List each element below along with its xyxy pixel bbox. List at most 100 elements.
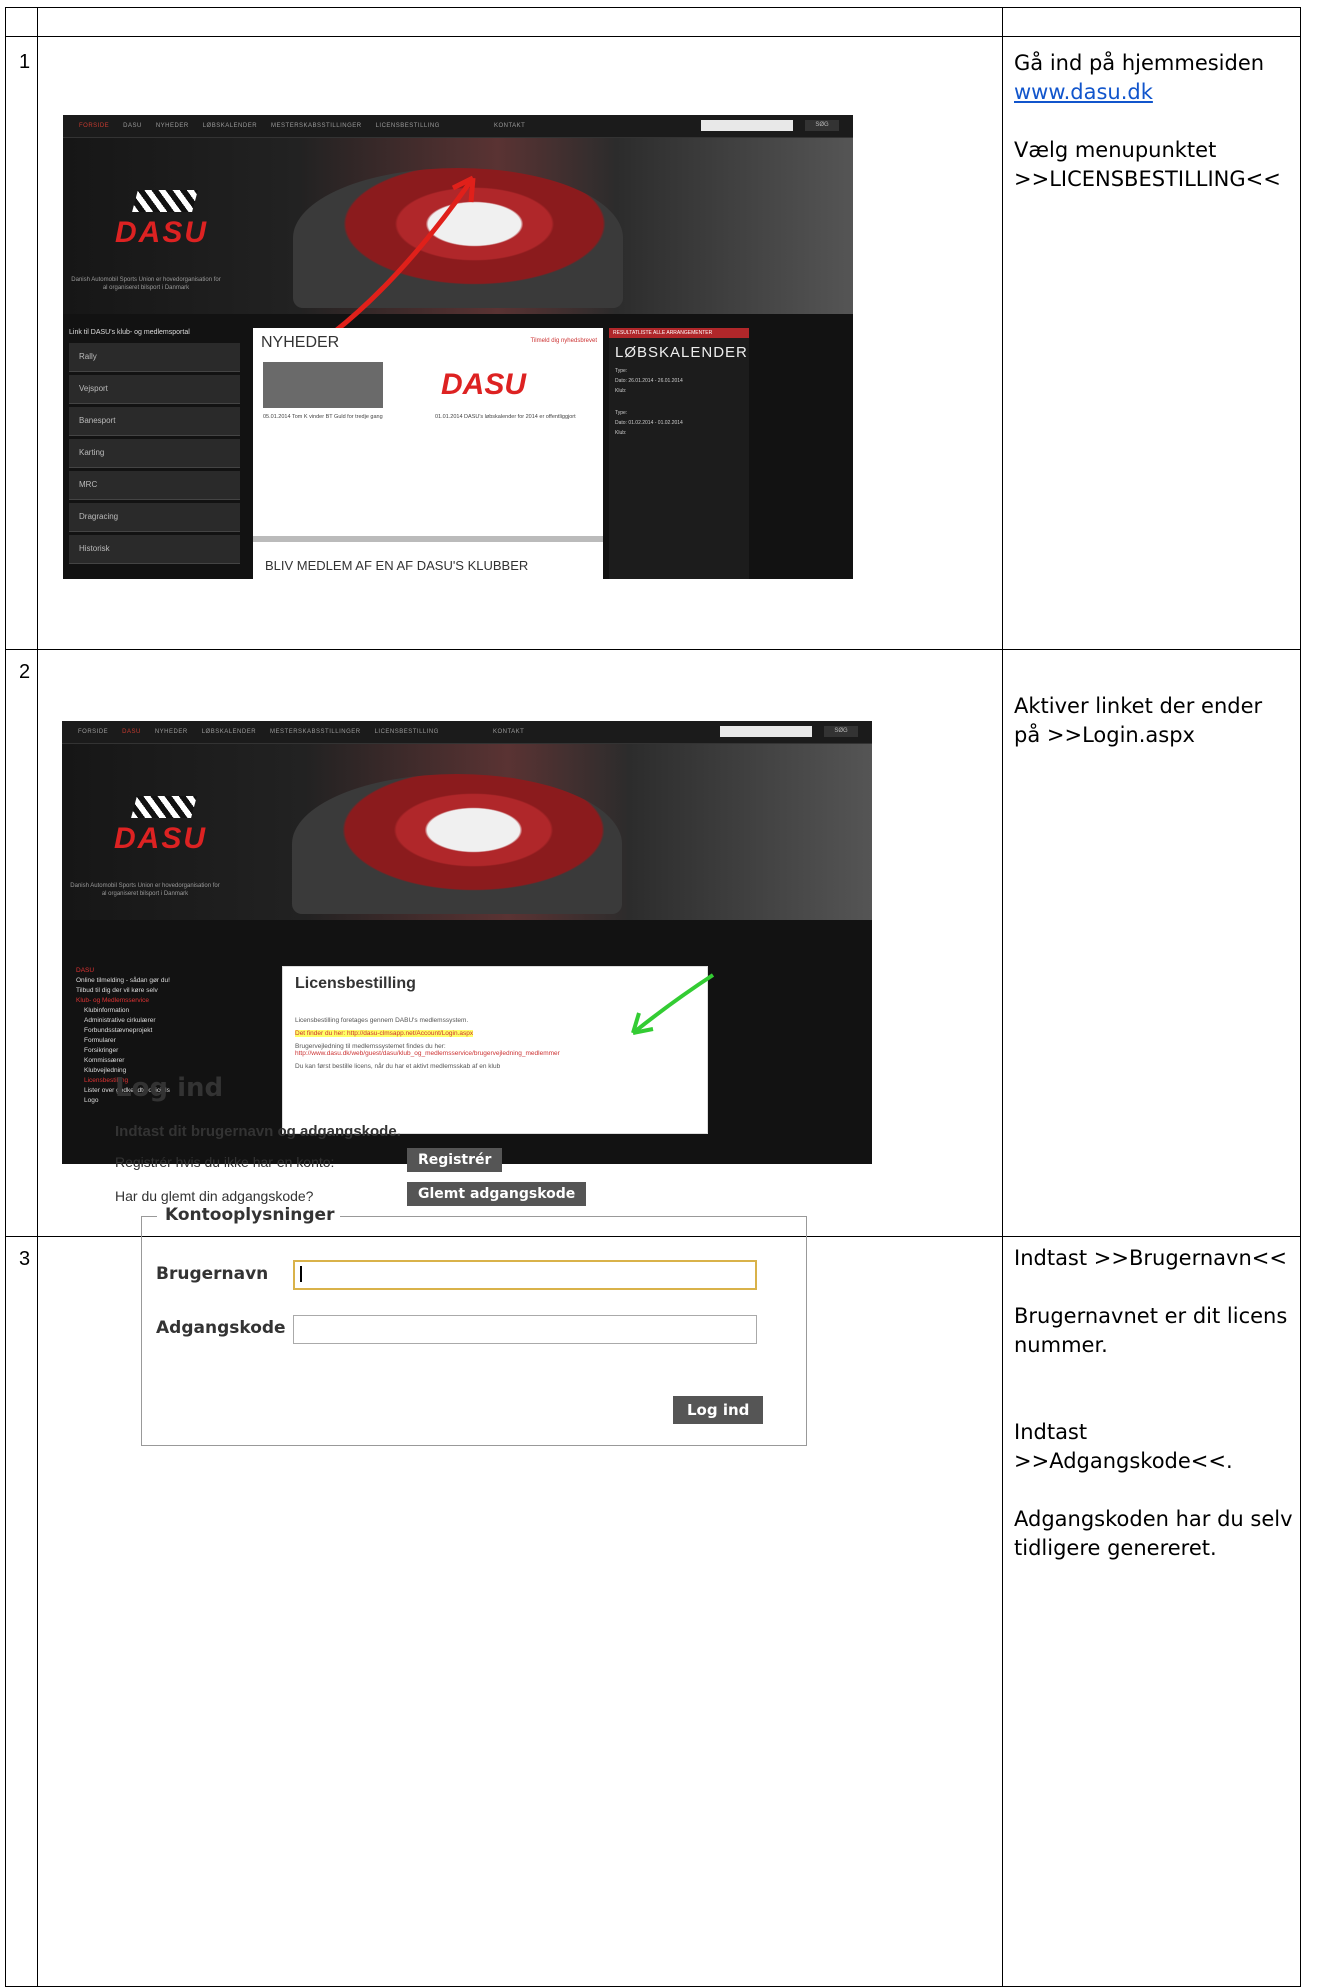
register-button[interactable]: Registrér: [407, 1148, 503, 1172]
dasu-logo: DASU: [115, 190, 215, 264]
row-divider: [6, 36, 1300, 37]
calendar-title: LØBSKALENDER: [615, 344, 748, 361]
guide-link[interactable]: http://www.dasu.dk/web/guest/dasu/klub_o…: [295, 1050, 695, 1057]
instruction-text: Indtast >>Brugernavn<<: [1014, 1246, 1287, 1270]
divider: [253, 536, 603, 542]
menu-item[interactable]: MRC: [69, 471, 240, 500]
nav-item[interactable]: DASU: [123, 123, 142, 129]
instruction-text: Gå ind på hjemmesiden: [1014, 51, 1265, 75]
search-button[interactable]: SØG: [824, 726, 858, 737]
column-divider: [37, 8, 38, 1986]
instruction-text: Aktiver linket der ender på >>Login.aspx: [1014, 694, 1263, 747]
nav-item[interactable]: LICENSBESTILLING: [375, 729, 439, 735]
search-input[interactable]: [701, 120, 793, 131]
register-text: Registrér hvis du ikke har en konto:: [115, 1154, 335, 1170]
row-divider: [6, 649, 1300, 650]
login-panel: Log ind Indtast dit brugernavn og adgang…: [115, 1073, 815, 1210]
menu-item[interactable]: Forsikringer: [76, 1046, 256, 1056]
red-arrow-icon: [331, 175, 476, 335]
nav-item-licensbestilling[interactable]: LICENSBESTILLING: [376, 123, 440, 129]
nav-item[interactable]: MESTERSKABSSTILLINGER: [271, 123, 362, 129]
menu-item[interactable]: DASU: [76, 966, 256, 976]
race-car-image: [292, 774, 622, 914]
menu-item[interactable]: Karting: [69, 439, 240, 468]
calendar-row: Type:: [615, 368, 628, 374]
login-submit-button[interactable]: Log ind: [673, 1396, 764, 1424]
tagline: Danish Automobil Sports Union er hovedor…: [71, 277, 221, 291]
instruction-document: 1 Gå ind på hjemmesiden www.dasu.dk Vælg…: [5, 7, 1301, 1987]
nav-item[interactable]: FORSIDE: [79, 123, 109, 129]
password-field[interactable]: [293, 1315, 757, 1344]
green-arrow-icon: [631, 973, 715, 1035]
menu-item[interactable]: Online tilmelding - sådan gør du!: [76, 976, 256, 986]
menu-item[interactable]: Formularer: [76, 1036, 256, 1046]
nav-item[interactable]: KONTAKT: [494, 123, 525, 129]
news-panel: NYHEDER Tilmeld dig nyhedsbrevet DASU 05…: [253, 328, 603, 579]
dasu-link[interactable]: www.dasu.dk: [1014, 80, 1153, 104]
instruction-text: Indtast >>Adgangskode<<.: [1014, 1420, 1233, 1473]
calendar-row: Klub:: [615, 430, 627, 436]
calendar-row: Klub:: [615, 388, 627, 394]
content-text: Brugervejledning til medlemssystemet fin…: [295, 1043, 446, 1050]
nav-item[interactable]: KONTAKT: [493, 729, 524, 735]
calendar-row: Dato: 01.02.2014 - 01.02.2014: [615, 420, 683, 426]
column-divider: [1002, 8, 1003, 1986]
tagline: Danish Automobil Sports Union er hovedor…: [70, 883, 220, 897]
password-label: Adgangskode: [156, 1318, 286, 1338]
step-number: 2: [19, 661, 31, 683]
news-image: DASU: [435, 362, 585, 408]
dasu-logo: DASU: [114, 796, 214, 870]
news-image: [263, 362, 383, 408]
calendar-tabs[interactable]: RESULTATLISTE ALLE ARRANGEMENTER: [609, 328, 749, 338]
hero-banner: DASU Danish Automobil Sports Union er ho…: [63, 138, 853, 335]
search-input[interactable]: [720, 726, 812, 737]
menu-item[interactable]: Tilbud til dig der vil køre selv: [76, 986, 256, 996]
checkered-flag-icon: [131, 796, 197, 818]
menu-item[interactable]: Kommissærer: [76, 1056, 256, 1066]
instruction-text: Brugernavnet er dit licens nummer.: [1014, 1304, 1288, 1357]
text-caret: [300, 1266, 302, 1282]
nav-item[interactable]: MESTERSKABSSTILLINGER: [270, 729, 361, 735]
menu-item[interactable]: Klubinformation: [76, 1006, 256, 1016]
forgot-text: Har du glemt din adgangskode?: [115, 1188, 314, 1204]
menu-item[interactable]: Forbundsstævneprojekt: [76, 1026, 256, 1036]
join-heading: BLIV MEDLEM AF EN AF DASU'S KLUBBER: [265, 558, 529, 573]
menu-item[interactable]: Administrative cirkulærer: [76, 1016, 256, 1026]
menu-item[interactable]: Historisk: [69, 535, 240, 564]
nav-item[interactable]: FORSIDE: [78, 729, 108, 735]
calendar-panel: RESULTATLISTE ALLE ARRANGEMENTER LØBSKAL…: [609, 328, 749, 579]
step-1-instructions: Gå ind på hjemmesiden www.dasu.dk Vælg m…: [1014, 49, 1294, 223]
nav-item[interactable]: LØBSKALENDER: [203, 123, 257, 129]
menu-title: Link til DASU's klub- og medlemsportal: [69, 329, 190, 336]
nav-item[interactable]: DASU: [122, 729, 141, 735]
step-3-instructions: Indtast >>Brugernavn<< Brugernavnet er d…: [1014, 1244, 1294, 1592]
nav-item[interactable]: LØBSKALENDER: [202, 729, 256, 735]
login-subtitle: Indtast dit brugernavn og adgangskode.: [115, 1123, 401, 1140]
hero-banner: DASU Danish Automobil Sports Union er ho…: [62, 744, 872, 920]
menu-item[interactable]: Klub- og Medlemsservice: [76, 996, 256, 1006]
menu-item[interactable]: Rally: [69, 343, 240, 372]
menu-item[interactable]: Vejsport: [69, 375, 240, 404]
newsletter-link[interactable]: Tilmeld dig nyhedsbrevet: [531, 338, 597, 344]
news-item[interactable]: 01.01.2014 DASU's løbskalender for 2014 …: [435, 414, 590, 421]
fieldset-legend: Kontooplysninger: [157, 1205, 341, 1225]
username-label: Brugernavn: [156, 1264, 269, 1284]
instruction-text: Adgangskoden har du selv tidligere gener…: [1014, 1507, 1293, 1560]
forgot-password-button[interactable]: Glemt adgangskode: [407, 1182, 587, 1206]
content-text: Du kan først bestille licens, når du har…: [295, 1063, 501, 1070]
login-title: Log ind: [115, 1073, 224, 1103]
menu-item[interactable]: Dragracing: [69, 503, 240, 532]
login-link[interactable]: Det finder du her: http://dasu-clmsapp.n…: [295, 1030, 474, 1037]
calendar-row: Dato: 26.01.2014 - 26.01.2014: [615, 378, 683, 384]
step-number: 1: [19, 51, 31, 73]
username-field[interactable]: [293, 1260, 757, 1290]
step-number: 3: [19, 1248, 31, 1270]
step-2-instructions: Aktiver linket der ender på >>Login.aspx: [1014, 692, 1294, 779]
nav-item[interactable]: NYHEDER: [156, 123, 189, 129]
menu-item[interactable]: Banesport: [69, 407, 240, 436]
news-item[interactable]: 05.01.2014 Tom K vinder BT Guld for tred…: [263, 414, 418, 421]
checkered-flag-icon: [132, 190, 198, 212]
search-button[interactable]: SØG: [805, 120, 839, 131]
nav-item[interactable]: NYHEDER: [155, 729, 188, 735]
left-menu: Link til DASU's klub- og medlemsportal R…: [63, 325, 246, 579]
